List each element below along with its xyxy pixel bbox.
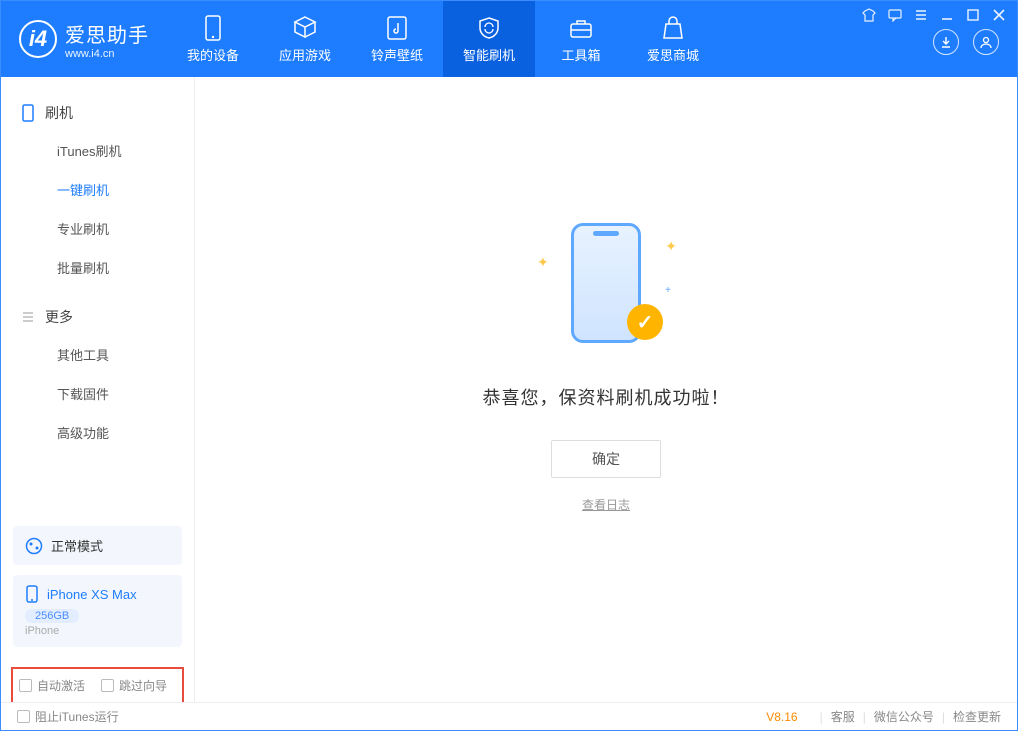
sidebar-item-other-tools[interactable]: 其他工具 [1, 335, 194, 374]
footer-link-update[interactable]: 检查更新 [953, 708, 1001, 725]
device-icon [200, 15, 226, 41]
main-content: ✦ ✦ + ✓ 恭喜您，保资料刷机成功啦！ 确定 查看日志 [195, 77, 1017, 704]
sidebar: 刷机 iTunes刷机 一键刷机 专业刷机 批量刷机 更多 其他工具 下载固件 … [1, 77, 195, 704]
nav-ringtone-wallpaper[interactable]: 铃声壁纸 [351, 1, 443, 77]
sparkle-icon: + [665, 285, 671, 296]
mode-icon [25, 537, 43, 555]
app-header: i4 爱思助手 www.i4.cn 我的设备 应用游戏 铃声壁纸 智能刷机 工具… [1, 1, 1017, 77]
main-nav: 我的设备 应用游戏 铃声壁纸 智能刷机 工具箱 爱思商城 [167, 1, 719, 77]
download-button[interactable] [933, 29, 959, 55]
nav-apps-games[interactable]: 应用游戏 [259, 1, 351, 77]
close-button[interactable] [991, 7, 1007, 23]
sidebar-section-more: 更多 [1, 299, 194, 335]
toolbox-icon [568, 15, 594, 41]
checkbox-icon [19, 679, 32, 692]
device-phone-icon [25, 585, 39, 603]
feedback-icon[interactable] [887, 7, 903, 23]
list-icon [21, 310, 35, 324]
device-type: iPhone [25, 625, 170, 637]
nav-label: 爱思商城 [647, 45, 699, 64]
logo-icon: i4 [19, 20, 57, 58]
version-label: V8.16 [766, 710, 797, 724]
section-title: 刷机 [45, 103, 73, 123]
app-subtitle: www.i4.cn [65, 48, 149, 60]
checkbox-icon [101, 679, 114, 692]
section-title: 更多 [45, 307, 73, 327]
checkbox-label: 跳过向导 [119, 677, 167, 694]
sidebar-item-advanced[interactable]: 高级功能 [1, 413, 194, 452]
footer-link-wechat[interactable]: 微信公众号 [874, 708, 934, 725]
app-title: 爱思助手 [65, 19, 149, 48]
storage-badge: 256GB [25, 609, 79, 623]
user-button[interactable] [973, 29, 999, 55]
refresh-shield-icon [476, 15, 502, 41]
footer-link-support[interactable]: 客服 [831, 708, 855, 725]
mode-label: 正常模式 [51, 536, 103, 555]
device-card[interactable]: iPhone XS Max 256GB iPhone [13, 575, 182, 647]
nav-store[interactable]: 爱思商城 [627, 1, 719, 77]
music-file-icon [384, 15, 410, 41]
cube-icon [292, 15, 318, 41]
sidebar-item-oneclick-flash[interactable]: 一键刷机 [1, 170, 194, 209]
checkbox-label: 阻止iTunes运行 [35, 708, 119, 725]
sidebar-section-flash: 刷机 [1, 95, 194, 131]
window-controls [861, 7, 1007, 23]
shirt-icon[interactable] [861, 7, 877, 23]
checkbox-label: 自动激活 [37, 677, 85, 694]
sidebar-item-pro-flash[interactable]: 专业刷机 [1, 209, 194, 248]
highlighted-options-row: 自动激活 跳过向导 [11, 667, 184, 704]
sidebar-item-download-firmware[interactable]: 下载固件 [1, 374, 194, 413]
nav-smart-flash[interactable]: 智能刷机 [443, 1, 535, 77]
success-message: 恭喜您，保资料刷机成功啦！ [483, 384, 730, 410]
ok-button[interactable]: 确定 [551, 440, 661, 478]
bag-icon [660, 15, 686, 41]
minimize-button[interactable] [939, 7, 955, 23]
view-log-link[interactable]: 查看日志 [582, 496, 630, 513]
sidebar-item-batch-flash[interactable]: 批量刷机 [1, 248, 194, 287]
menu-icon[interactable] [913, 7, 929, 23]
phone-icon [21, 104, 35, 122]
block-itunes-checkbox[interactable]: 阻止iTunes运行 [17, 708, 119, 725]
nav-toolbox[interactable]: 工具箱 [535, 1, 627, 77]
nav-label: 应用游戏 [279, 45, 331, 64]
maximize-button[interactable] [965, 7, 981, 23]
nav-label: 铃声壁纸 [371, 45, 423, 64]
nav-label: 工具箱 [561, 45, 600, 64]
app-logo: i4 爱思助手 www.i4.cn [1, 19, 167, 60]
skip-guide-checkbox[interactable]: 跳过向导 [101, 677, 167, 694]
nav-label: 智能刷机 [463, 45, 515, 64]
check-badge-icon: ✓ [627, 304, 663, 340]
nav-my-device[interactable]: 我的设备 [167, 1, 259, 77]
sparkle-icon: ✦ [537, 254, 549, 271]
checkbox-icon [17, 710, 30, 723]
device-name: iPhone XS Max [47, 587, 137, 602]
success-illustration: ✦ ✦ + ✓ [531, 218, 681, 348]
auto-activate-checkbox[interactable]: 自动激活 [19, 677, 85, 694]
mode-card[interactable]: 正常模式 [13, 526, 182, 565]
sparkle-icon: ✦ [665, 238, 677, 255]
status-bar: 阻止iTunes运行 V8.16 | 客服 | 微信公众号 | 检查更新 [1, 702, 1017, 730]
sidebar-item-itunes-flash[interactable]: iTunes刷机 [1, 131, 194, 170]
nav-label: 我的设备 [187, 45, 239, 64]
